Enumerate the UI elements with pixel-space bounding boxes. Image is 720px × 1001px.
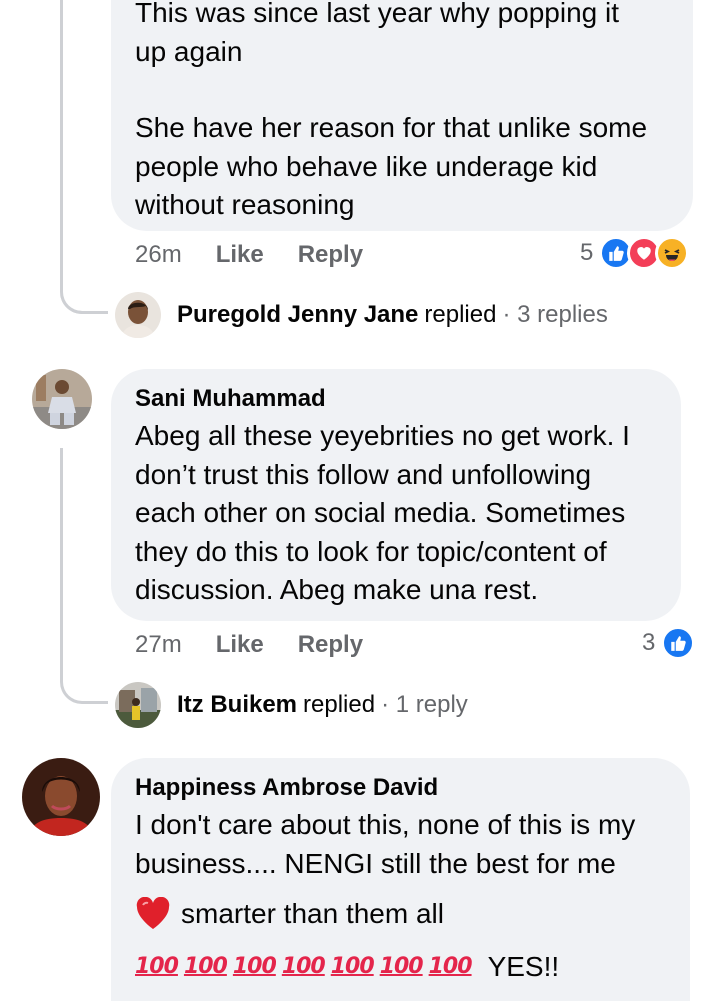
- view-replies-link[interactable]: Puregold Jenny Jane replied · 3 replies: [177, 299, 608, 331]
- avatar[interactable]: [32, 369, 92, 429]
- comment-text: I don't care about this, none of this is…: [135, 806, 666, 986]
- hundred-points-icon: 100: [379, 953, 424, 979]
- reply-author-name: Puregold Jenny Jane: [177, 301, 419, 328]
- hundred-points-icon: 100: [281, 953, 326, 979]
- thread-curve-2: [60, 658, 108, 704]
- thread-line-1: [60, 0, 63, 290]
- hundred-points-icon: 100: [330, 953, 375, 979]
- comment-author[interactable]: Happiness Ambrose David: [135, 773, 666, 803]
- red-heart-icon: [135, 897, 171, 931]
- hundred-points-icons: 100 100 100 100 100 100 100: [135, 948, 478, 987]
- reaction-summary[interactable]: 3: [642, 626, 696, 660]
- reply-author-name: Itz Buikem: [177, 691, 298, 718]
- comment-text: This was since last year why popping it …: [135, 0, 648, 220]
- like-button[interactable]: Like: [216, 631, 264, 659]
- like-icon: [661, 626, 696, 660]
- reaction-count: 3: [642, 629, 656, 656]
- comment-meta: 27m Like Reply: [135, 630, 363, 660]
- hundred-line: 100 100 100 100 100 100 100 YES!!: [135, 948, 666, 987]
- hundred-points-icon: 100: [135, 953, 179, 979]
- reaction-summary[interactable]: 5: [580, 236, 690, 270]
- thread-curve-1b: [60, 268, 108, 314]
- avatar[interactable]: [22, 758, 100, 836]
- reply-verb: replied: [303, 691, 376, 718]
- yes-text: YES!!: [487, 950, 560, 982]
- comment-bubble: Sani Muhammad Abeg all these yeyebrities…: [111, 369, 681, 621]
- comment-bubble: Happiness Ambrose David I don't care abo…: [111, 758, 690, 1001]
- reply-verb: replied: [424, 301, 497, 328]
- thread-line-2: [60, 448, 63, 680]
- avatar[interactable]: [115, 682, 161, 728]
- comment-meta: 26m Like Reply: [135, 240, 363, 270]
- reply-button[interactable]: Reply: [298, 241, 363, 269]
- comment-time: 27m: [135, 631, 182, 658]
- comment-author[interactable]: Sani Muhammad: [135, 384, 657, 414]
- reaction-count: 5: [580, 239, 594, 266]
- view-replies-link[interactable]: Itz Buikem replied · 1 reply: [177, 689, 468, 721]
- hundred-points-icon: 100: [232, 953, 277, 979]
- reply-count: · 3 replies: [502, 301, 608, 328]
- avatar[interactable]: [115, 292, 161, 338]
- hundred-points-icon: 100: [428, 953, 473, 979]
- comment-bubble: This was since last year why popping it …: [111, 0, 693, 231]
- haha-icon: [655, 236, 690, 270]
- like-button[interactable]: Like: [216, 241, 264, 269]
- comment-text: Abeg all these yeyebrities no get work. …: [135, 420, 630, 605]
- reply-count: · 1 reply: [381, 691, 468, 718]
- hundred-points-icon: 100: [183, 953, 228, 979]
- heart-line: smarter than them all: [135, 895, 666, 934]
- heart-line-text: smarter than them all: [181, 898, 444, 929]
- reply-button[interactable]: Reply: [298, 631, 363, 659]
- comment-time: 26m: [135, 241, 182, 268]
